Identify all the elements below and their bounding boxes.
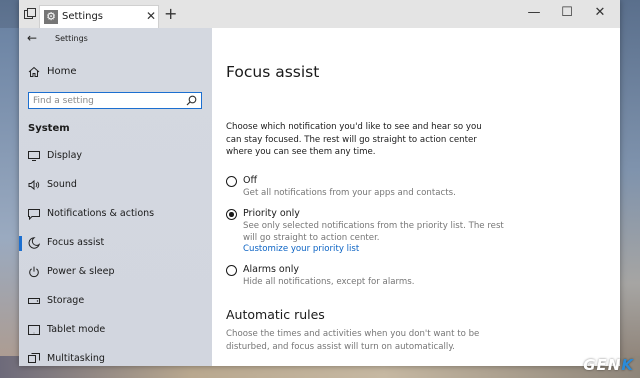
search-icon[interactable] [186, 95, 197, 106]
automatic-rules-description: Choose the times and activities when you… [226, 329, 480, 352]
option-title: Off [243, 175, 258, 186]
tab-settings[interactable]: ⚙ Settings ✕ [39, 5, 159, 28]
sidebar: ← Settings Home System Display [19, 28, 212, 366]
multitasking-icon [28, 353, 40, 363]
title-bar: ⚙ Settings ✕ + — ☐ ✕ [19, 0, 620, 29]
option-title: Priority only [243, 208, 300, 219]
new-tab-button[interactable]: + [164, 6, 177, 22]
sidebar-item-label: Sound [47, 179, 77, 190]
notifications-icon [28, 209, 40, 220]
sidebar-item-label: Focus assist [47, 237, 105, 248]
page-title: Focus assist [226, 63, 320, 81]
sidebar-item-power-sleep[interactable]: Power & sleep [19, 258, 212, 287]
option-description: See only selected notifications from the… [243, 221, 504, 243]
sidebar-item-label: Storage [47, 295, 85, 306]
radio-selected-dot [229, 212, 234, 217]
sidebar-item-label: Multitasking [47, 353, 105, 364]
sidebar-app-title: Settings [55, 34, 88, 43]
moon-icon [28, 237, 40, 249]
automatic-rules-heading: Automatic rules [226, 307, 325, 322]
search-input[interactable] [33, 93, 183, 108]
tablet-mode-icon [28, 325, 40, 335]
display-icon [28, 151, 40, 161]
gear-icon: ⚙ [44, 10, 58, 24]
sidebar-item-notifications[interactable]: Notifications & actions [19, 200, 212, 229]
sidebar-item-display[interactable]: Display [19, 142, 212, 171]
maximize-button[interactable]: ☐ [552, 6, 582, 20]
sidebar-item-tablet-mode[interactable]: Tablet mode [19, 316, 212, 345]
desktop-wallpaper-left [0, 28, 19, 378]
settings-window: ⚙ Settings ✕ + — ☐ ✕ ← Settings Home Sys… [19, 0, 620, 366]
sidebar-item-label: Tablet mode [47, 324, 106, 335]
radio-priority-only[interactable] [226, 209, 237, 220]
radio-off[interactable] [226, 176, 237, 187]
sidebar-item-label: Notifications & actions [47, 208, 155, 219]
section-title-system: System [28, 123, 70, 134]
main-content: Focus assist Choose which notification y… [212, 28, 620, 366]
sound-icon [28, 179, 40, 191]
sidebar-item-focus-assist[interactable]: Focus assist [19, 229, 212, 258]
radio-alarms-only[interactable] [226, 265, 237, 276]
intro-text: Choose which notification you'd like to … [226, 122, 482, 157]
search-box[interactable] [28, 92, 202, 109]
customize-priority-list-link[interactable]: Customize your priority list [243, 244, 359, 254]
watermark-text: GEN [583, 356, 622, 374]
tab-title: Settings [62, 11, 104, 22]
minimize-button[interactable]: — [519, 6, 549, 20]
home-icon [28, 66, 40, 77]
sidebar-item-label: Display [47, 150, 83, 161]
option-description: Hide all notifications, except for alarm… [243, 277, 415, 287]
storage-icon [28, 298, 40, 304]
sidebar-item-multitasking[interactable]: Multitasking [19, 345, 212, 366]
sidebar-home-label: Home [47, 66, 77, 77]
power-icon [29, 266, 39, 278]
close-window-button[interactable]: ✕ [585, 6, 615, 20]
sidebar-item-storage[interactable]: Storage [19, 287, 212, 316]
genk-watermark: GENK [583, 356, 634, 374]
watermark-accent: K [621, 356, 634, 374]
close-tab-icon[interactable]: ✕ [146, 9, 156, 23]
back-arrow-icon[interactable]: ← [27, 31, 37, 45]
option-title: Alarms only [243, 264, 300, 275]
sidebar-item-sound[interactable]: Sound [19, 171, 212, 200]
option-description: Get all notifications from your apps and… [243, 188, 456, 198]
window-system-icon[interactable] [24, 8, 36, 19]
sidebar-item-label: Power & sleep [47, 266, 115, 277]
